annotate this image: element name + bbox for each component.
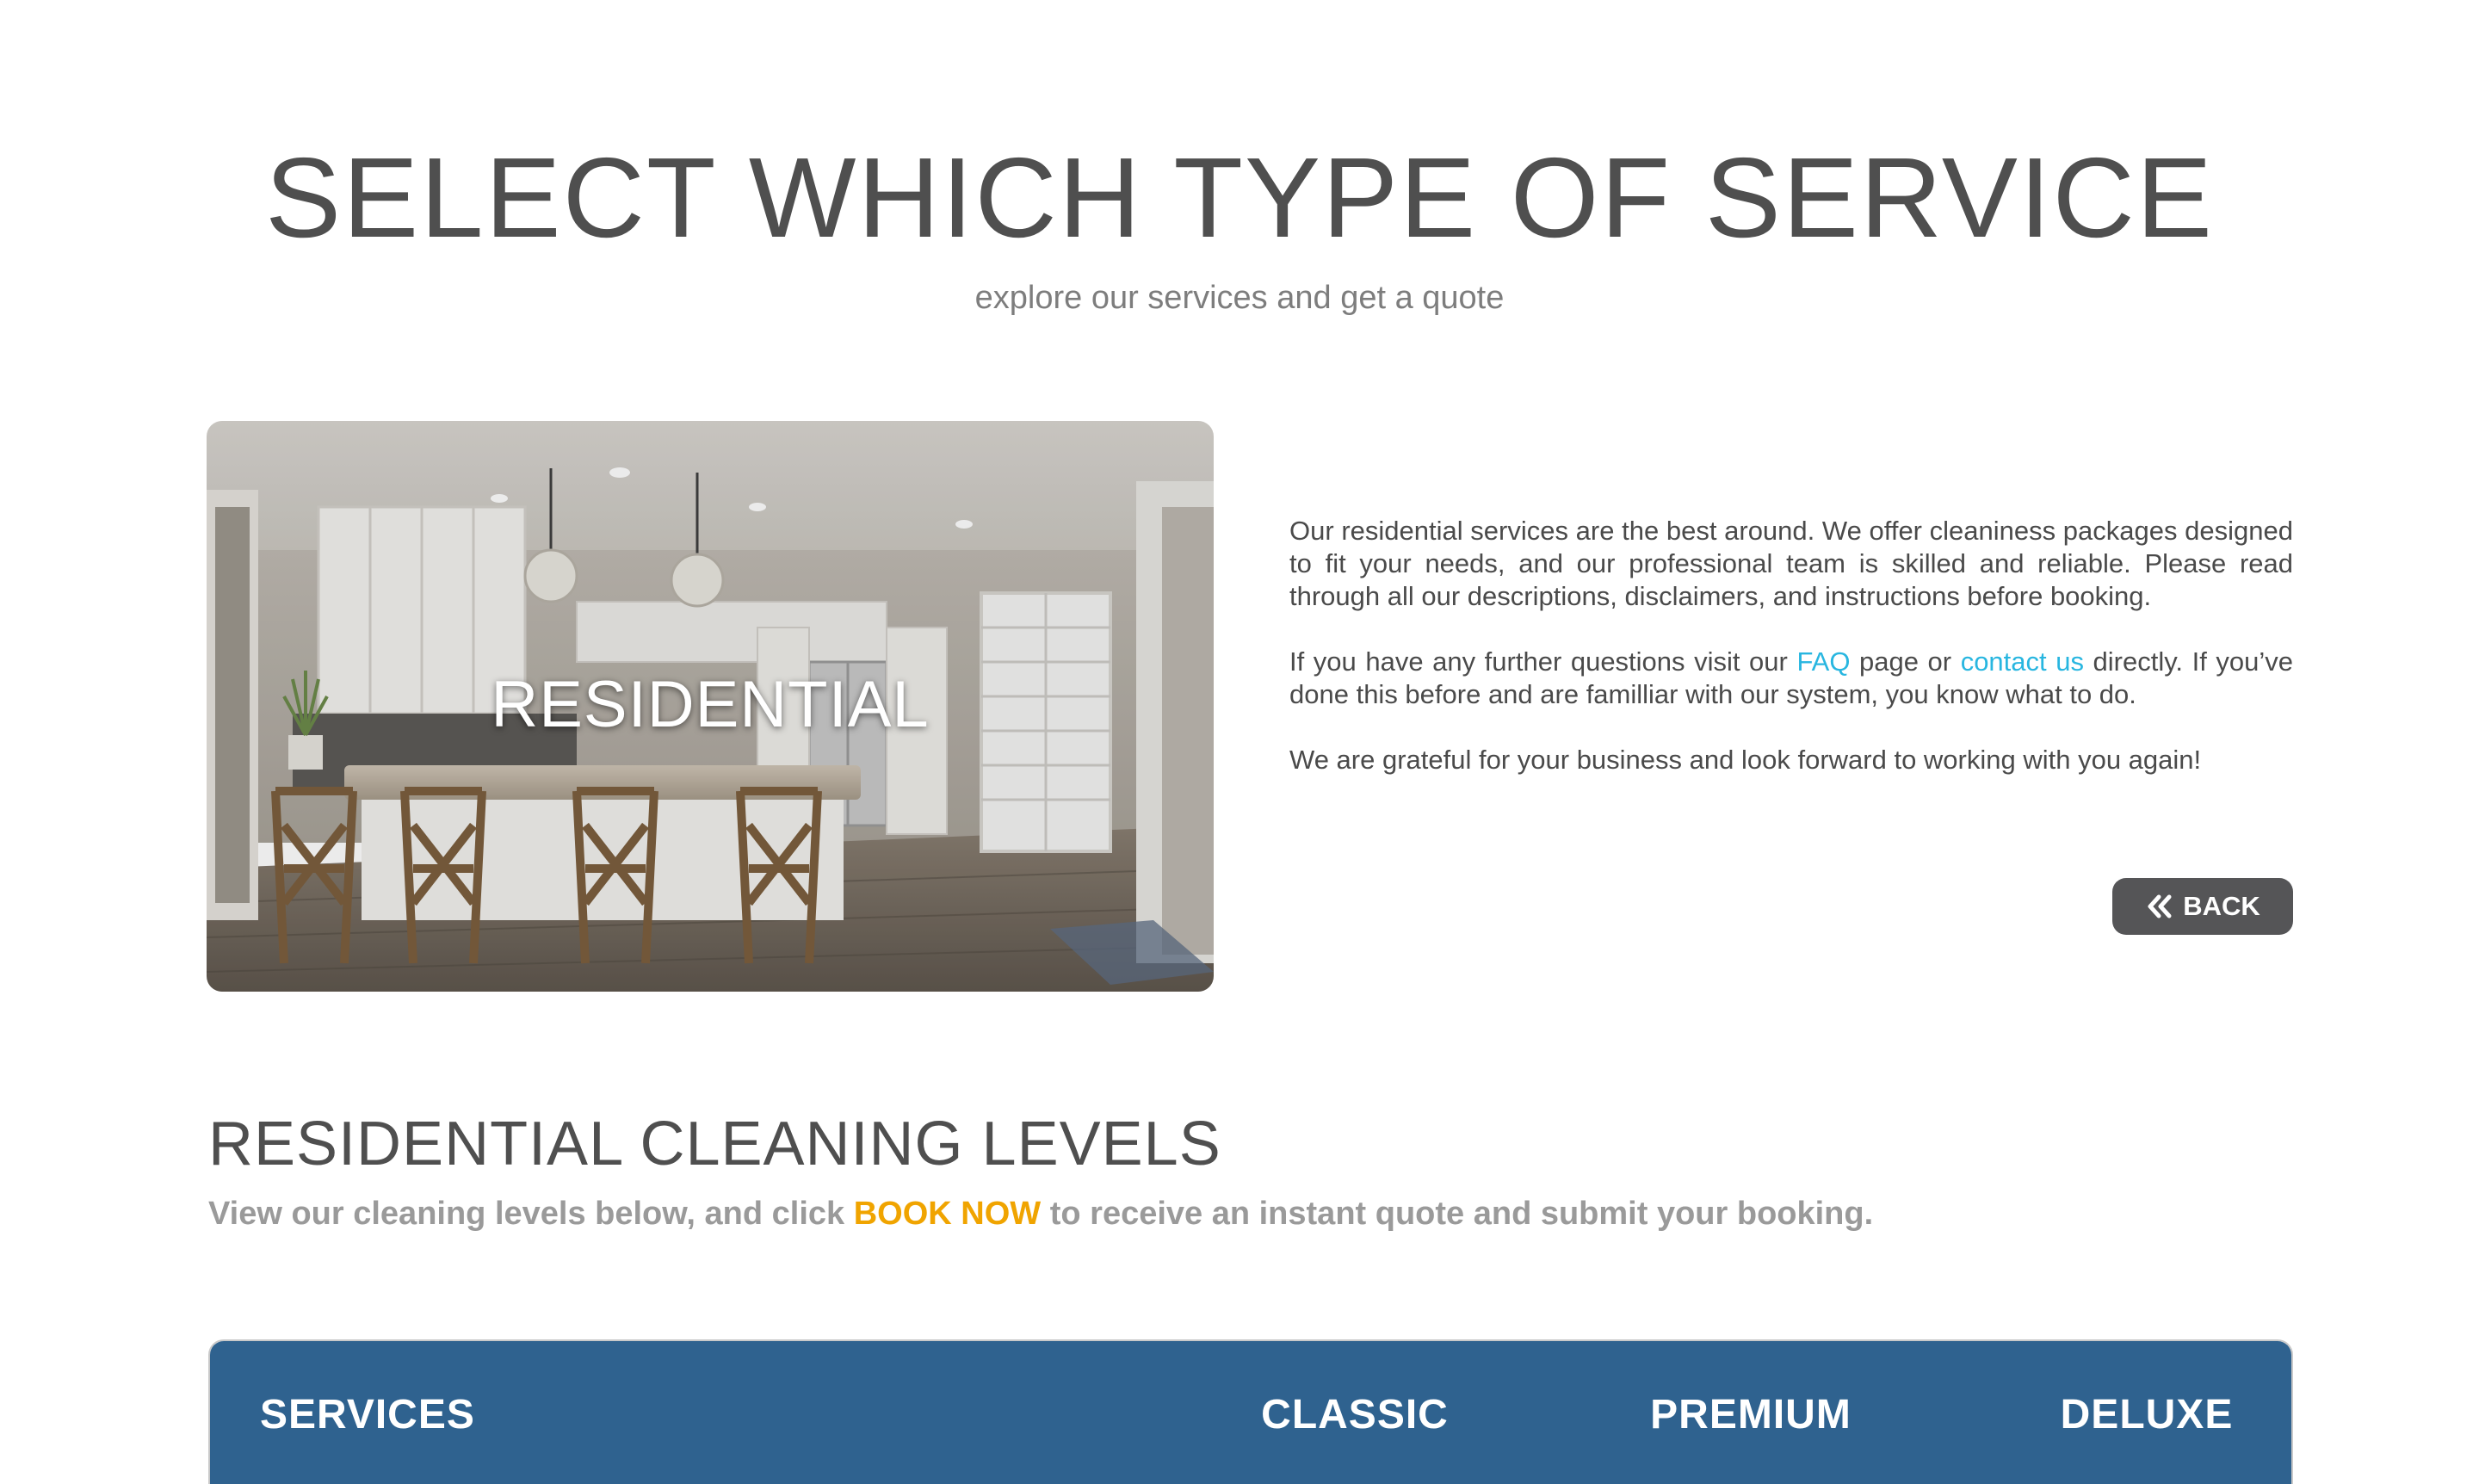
description-paragraph-1: Our residential services are the best ar… (1289, 516, 2293, 611)
description-paragraph-3: We are grateful for your business and lo… (1289, 745, 2202, 775)
levels-subtitle-text: View our cleaning levels below, and clic… (208, 1196, 854, 1232)
levels-subtitle: View our cleaning levels below, and clic… (208, 1190, 1873, 1238)
column-header-services: SERVICES (260, 1392, 475, 1438)
book-now-link[interactable]: BOOK NOW (854, 1196, 1041, 1232)
contact-us-link[interactable]: contact us (1961, 646, 2084, 677)
service-description: Our residential services are the best ar… (1289, 515, 2293, 809)
description-text: If you have any further questions visit … (1289, 646, 1797, 677)
description-paragraph-2: If you have any further questions visit … (1289, 646, 2293, 711)
cleaning-levels-table: SERVICES CLASSIC PREMIUM DELUXE (208, 1339, 2293, 1484)
residential-service-card[interactable]: RESIDENTIAL (207, 421, 1214, 992)
double-chevron-left-icon (2148, 894, 2172, 918)
card-label: RESIDENTIAL (491, 668, 930, 741)
levels-subtitle-text: to receive an instant quote and submit y… (1041, 1196, 1874, 1232)
column-header-classic: CLASSIC (1261, 1392, 1449, 1438)
column-header-deluxe: DELUXE (2060, 1392, 2234, 1438)
page-title: SELECT WHICH TYPE OF SERVICE (265, 134, 2214, 261)
column-header-premium: PREMIUM (1650, 1392, 1852, 1438)
back-button-label: BACK (2183, 891, 2260, 921)
page: SELECT WHICH TYPE OF SERVICE explore our… (0, 0, 2479, 1484)
page-subtitle: explore our services and get a quote (974, 280, 1505, 316)
levels-title: RESIDENTIAL CLEANING LEVELS (208, 1110, 1221, 1178)
description-text: page or (1850, 646, 1961, 677)
back-button[interactable]: BACK (2112, 878, 2293, 935)
table-header: SERVICES CLASSIC PREMIUM DELUXE (210, 1341, 2291, 1484)
faq-link[interactable]: FAQ (1796, 646, 1850, 677)
